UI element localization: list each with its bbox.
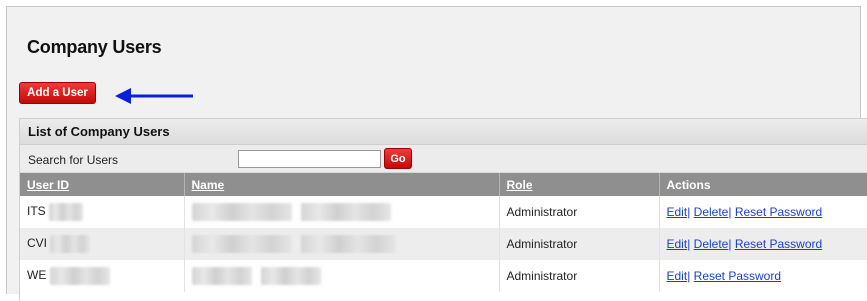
edit-link[interactable]: Edit: [667, 205, 688, 219]
name-cell: [184, 228, 500, 260]
column-header-actions: Actions: [659, 173, 867, 196]
name-cell: [184, 196, 500, 228]
reset-password-link[interactable]: Reset Password: [694, 269, 781, 283]
reset-password-link[interactable]: Reset Password: [735, 205, 822, 219]
column-header-role[interactable]: Role: [499, 173, 660, 196]
role-cell: Administrator: [499, 228, 660, 260]
table-row: ITS Administrator Edit| Delete| Reset Pa…: [20, 196, 867, 228]
user-id-text: ITS: [27, 204, 46, 219]
users-table: User ID Name Role Actions ITS Administra…: [20, 173, 867, 292]
redacted-user-id: [49, 203, 84, 221]
redacted-first-name: [191, 235, 292, 253]
sort-role-link[interactable]: Role: [507, 178, 533, 192]
sort-user-id-link[interactable]: User ID: [27, 178, 69, 192]
go-button[interactable]: Go: [384, 148, 412, 169]
redacted-first-name: [191, 203, 292, 221]
delete-link[interactable]: Delete: [694, 205, 729, 219]
redacted-last-name: [300, 235, 396, 253]
page-title: Company Users: [27, 37, 162, 57]
search-row: Search for Users Go: [20, 145, 867, 173]
user-id-cell: CVI: [20, 228, 185, 260]
sort-name-link[interactable]: Name: [192, 178, 225, 192]
name-cell: [184, 260, 500, 292]
delete-link[interactable]: Delete: [694, 237, 729, 251]
redacted-user-id: [49, 267, 110, 285]
redacted-last-name: [300, 203, 391, 221]
user-id-text: CVI: [27, 236, 48, 251]
redacted-user-id: [50, 235, 91, 253]
reset-password-link[interactable]: Reset Password: [735, 237, 822, 251]
search-label: Search for Users: [28, 153, 119, 167]
actions-cell: Edit| Reset Password: [659, 260, 867, 292]
actions-cell: Edit| Delete| Reset Password: [659, 228, 867, 260]
user-id-cell: ITS: [20, 196, 185, 228]
search-input[interactable]: [238, 150, 381, 168]
redacted-first-name: [191, 267, 252, 285]
edit-link[interactable]: Edit: [667, 269, 688, 283]
edit-link[interactable]: Edit: [667, 237, 688, 251]
column-header-name[interactable]: Name: [184, 173, 500, 196]
role-cell: Administrator: [499, 260, 660, 292]
add-user-button[interactable]: Add a User: [19, 82, 96, 104]
table-row: WE Administrator Edit| Reset Password: [20, 260, 867, 292]
actions-cell: Edit| Delete| Reset Password: [659, 196, 867, 228]
table-row: CVI Administrator Edit| Delete| Reset Pa…: [20, 228, 867, 260]
panel-title: List of Company Users: [20, 119, 867, 145]
company-users-panel: List of Company Users Search for Users G…: [19, 118, 867, 301]
column-header-user-id[interactable]: User ID: [20, 173, 185, 196]
content-frame: Company Users Add a User List of Company…: [6, 6, 867, 301]
role-cell: Administrator: [499, 196, 660, 228]
arrow-left-icon: [115, 88, 193, 104]
redacted-last-name: [260, 267, 321, 285]
user-id-cell: WE: [20, 260, 185, 292]
user-id-text: WE: [27, 268, 47, 283]
table-header-row: User ID Name Role Actions: [20, 173, 867, 196]
